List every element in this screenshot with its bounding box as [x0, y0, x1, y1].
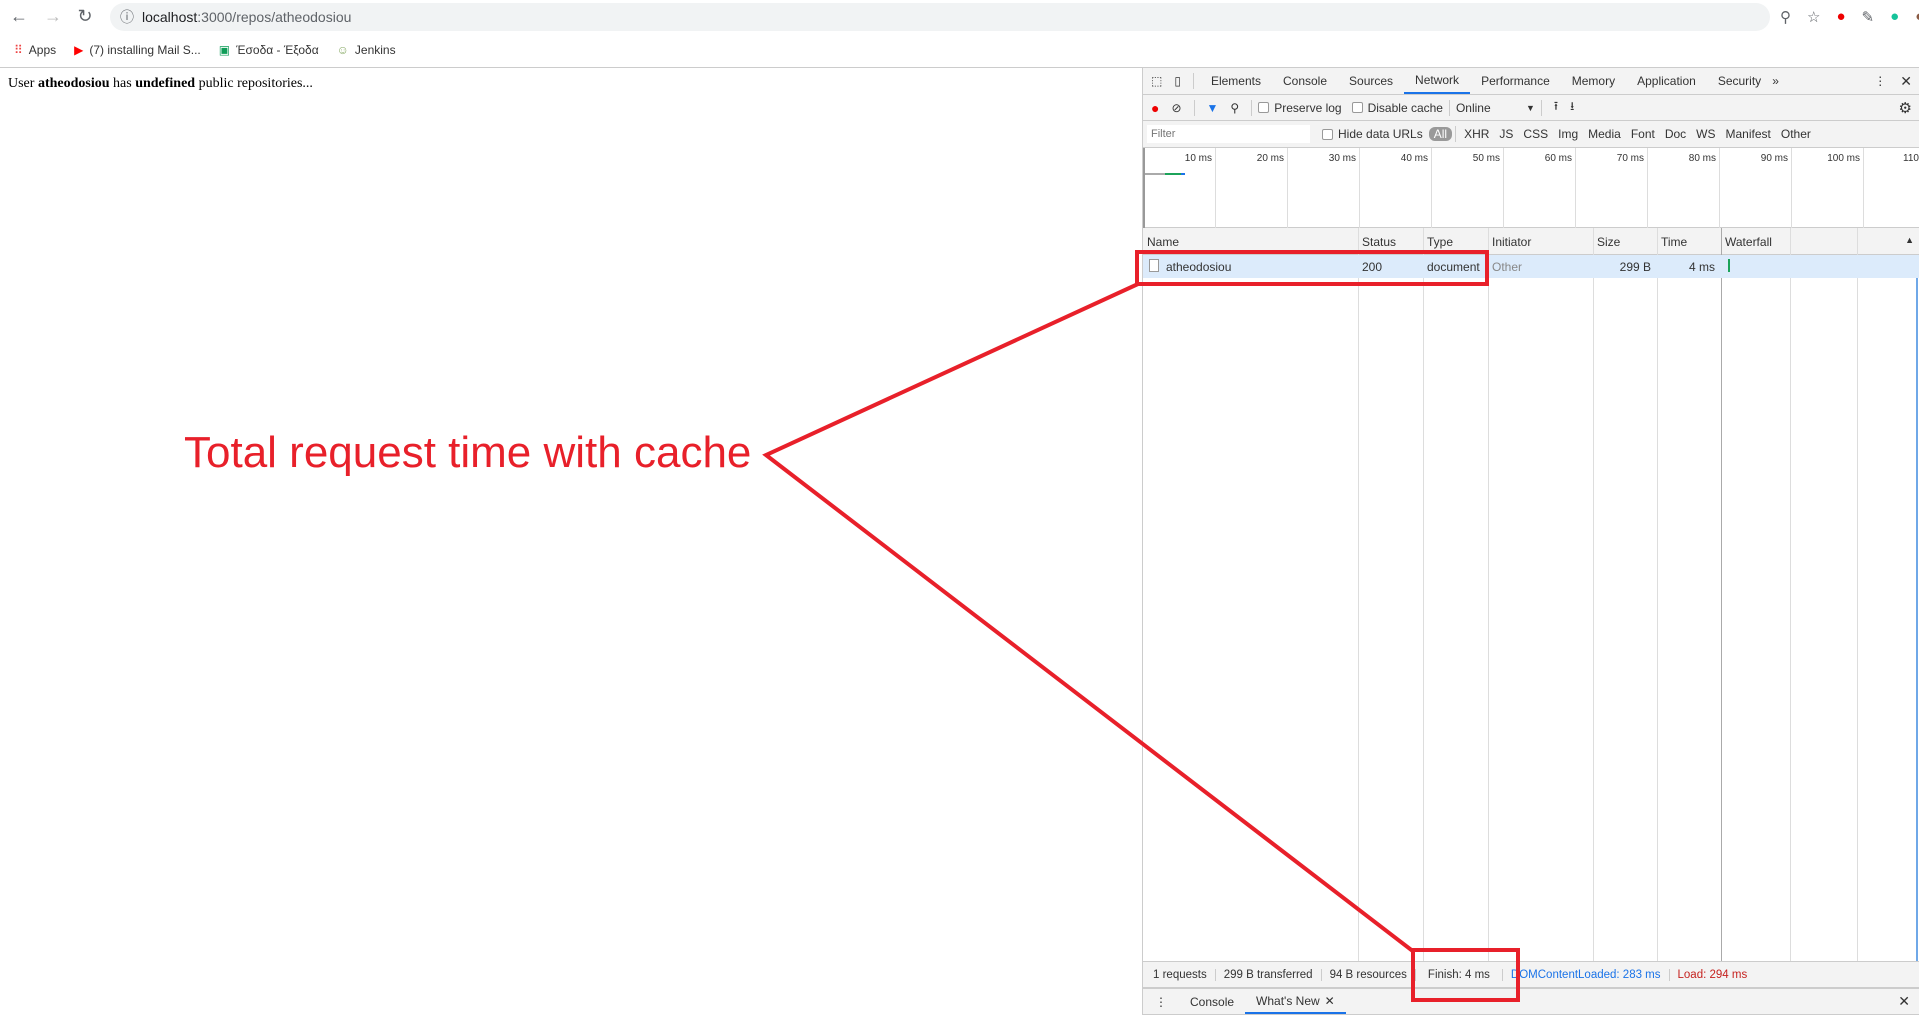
annotation-overlay	[762, 250, 1520, 1002]
highlight-finish-box	[1411, 948, 1520, 1002]
highlight-row-box	[1135, 250, 1489, 286]
annotation-lines	[762, 282, 1416, 954]
